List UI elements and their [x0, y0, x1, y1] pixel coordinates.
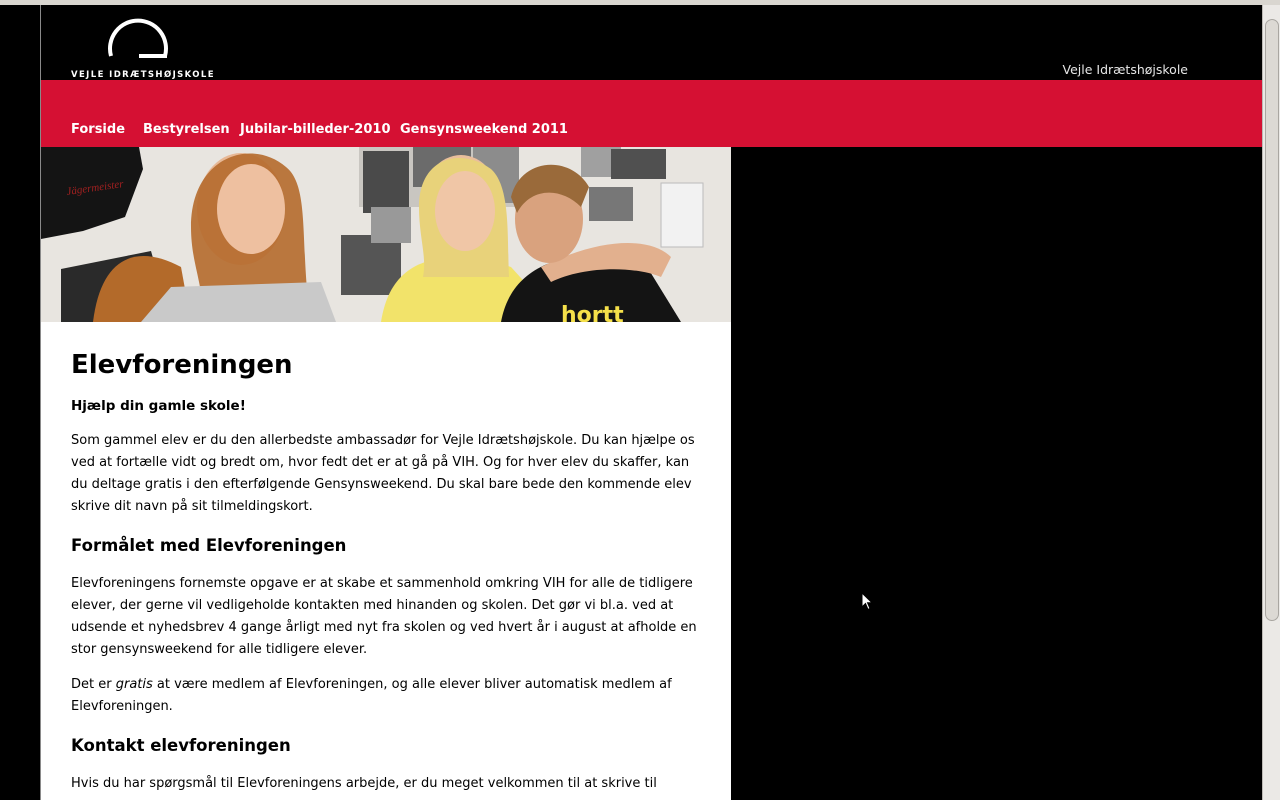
hero-image: Jägermeister hortt: [41, 147, 731, 322]
paragraph-contact: Hvis du har spørgsmål til Elevforeningen…: [71, 776, 657, 791]
nav-item-bestyrelsen[interactable]: Bestyrelsen: [143, 122, 230, 137]
nav-item-gensynsweekend[interactable]: Gensynsweekend 2011: [400, 122, 568, 137]
mouse-cursor-icon: [861, 592, 874, 611]
logo-text: VEJLE IDRÆTSHØJSKOLE: [71, 70, 215, 80]
site-name-link[interactable]: Vejle Idrætshøjskole: [1063, 62, 1189, 77]
shirt-text: hortt: [561, 303, 624, 322]
nav-item-forside[interactable]: Forside: [71, 122, 125, 137]
page-title: Elevforeningen: [71, 350, 293, 380]
paragraph-ambassador: Som gammel elev er du den allerbedste am…: [71, 433, 695, 514]
scrollbar-thumb[interactable]: [1265, 19, 1279, 621]
section-heading-purpose: Formålet med Elevforeningen: [71, 536, 347, 555]
main-content: Elevforeningen Hjælp din gamle skole! So…: [41, 322, 731, 800]
membership-text-start: Det er: [71, 677, 116, 692]
vertical-scrollbar[interactable]: [1262, 5, 1280, 800]
site-logo[interactable]: VEJLE IDRÆTSHØJSKOLE: [71, 12, 214, 80]
membership-free-emphasis: gratis: [115, 677, 153, 692]
intro-heading: Hjælp din gamle skole!: [71, 398, 246, 414]
hero-photo: Jägermeister hortt: [41, 147, 731, 322]
paragraph-membership: Det er gratis at være medlem af Elevfore…: [71, 674, 701, 718]
membership-text-end: at være medlem af Elevforeningen, og all…: [71, 677, 672, 714]
logo-mark-icon: [108, 18, 168, 58]
section-heading-contact: Kontakt elevforeningen: [71, 736, 291, 755]
paragraph-purpose: Elevforeningens fornemste opgave er at s…: [71, 576, 697, 657]
main-navigation: Forside Bestyrelsen Jubilar-billeder-201…: [41, 80, 1262, 147]
site-header: VEJLE IDRÆTSHØJSKOLE Vejle Idrætshøjskol…: [41, 5, 1262, 80]
nav-item-jubilar-billeder[interactable]: Jubilar-billeder-2010: [240, 122, 391, 137]
